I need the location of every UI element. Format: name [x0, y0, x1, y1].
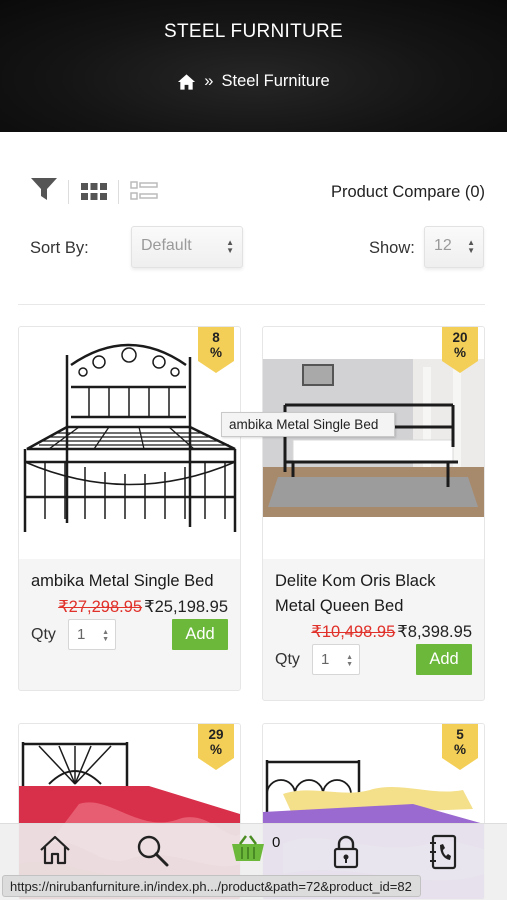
add-to-cart-button[interactable]: Add [416, 644, 472, 675]
show-label: Show: [369, 239, 415, 257]
discount-badge: 8 % [198, 327, 234, 373]
product-price: ₹10,498.95 ₹8,398.95 [311, 622, 472, 642]
listing-toolbar: Product Compare (0) [30, 174, 485, 206]
contact-book-icon[interactable] [428, 834, 458, 870]
discount-value: 20 % [452, 330, 468, 360]
quantity-value: 1 [77, 626, 86, 643]
new-price: ₹8,398.95 [397, 623, 472, 641]
qty-label: Qty [275, 651, 300, 668]
list-view-icon[interactable] [130, 181, 158, 201]
sort-by-label: Sort By: [30, 239, 89, 257]
show-limit-value: 12 [434, 237, 452, 254]
qty-label: Qty [31, 626, 56, 643]
search-icon[interactable] [136, 834, 170, 868]
divider [68, 180, 69, 204]
old-price: ₹10,498.95 [311, 623, 396, 641]
spinner-icon[interactable]: ▲ ▼ [346, 654, 353, 668]
product-name[interactable]: Delite Kom Oris Black Metal Queen Bed [275, 569, 478, 619]
home-icon[interactable] [38, 834, 72, 866]
product-compare-link[interactable]: Product Compare (0) [331, 183, 485, 202]
product-card: 8 % ambika Metal Single Bed ₹27,298.95 ₹2… [18, 326, 241, 691]
sort-by-value: Default [141, 237, 192, 254]
discount-badge: 29 % [198, 724, 234, 770]
cart-icon[interactable] [230, 834, 266, 864]
quantity-input[interactable]: 1 ▲ ▼ [68, 619, 116, 650]
divider [118, 180, 119, 204]
grid-view-icon[interactable] [80, 182, 108, 202]
sort-row: Sort By: Default ▲ ▼ Show: 12 ▲ ▼ [30, 226, 485, 268]
home-icon[interactable] [177, 73, 196, 91]
product-name[interactable]: ambika Metal Single Bed [31, 569, 234, 594]
discount-value: 29 % [208, 727, 224, 757]
product-price: ₹27,298.95 ₹25,198.95 [58, 597, 228, 617]
breadcrumb-current[interactable]: Steel Furniture [221, 72, 329, 91]
select-arrows-icon: ▲ ▼ [226, 238, 234, 255]
filter-icon[interactable] [30, 176, 58, 202]
discount-value: 8 % [209, 330, 222, 360]
show-limit-select[interactable]: 12 ▲ ▼ [424, 226, 484, 268]
product-name-tooltip: ambika Metal Single Bed [221, 412, 395, 437]
quantity-input[interactable]: 1 ▲ ▼ [312, 644, 360, 675]
breadcrumb-separator: » [204, 72, 214, 90]
cart-count: 0 [272, 834, 281, 851]
select-arrows-icon: ▲ ▼ [467, 238, 475, 255]
new-price: ₹25,198.95 [144, 598, 228, 616]
divider [18, 304, 485, 305]
discount-badge: 5 % [442, 724, 478, 770]
sort-by-select[interactable]: Default ▲ ▼ [131, 226, 243, 268]
product-card: 20 % Delite Kom Oris Black Metal Queen B… [262, 326, 485, 701]
page-header-banner: STEEL FURNITURE » Steel Furniture [0, 0, 507, 132]
breadcrumb: » Steel Furniture [0, 72, 507, 91]
quantity-value: 1 [321, 651, 330, 668]
discount-badge: 20 % [442, 327, 478, 373]
spinner-icon[interactable]: ▲ ▼ [102, 629, 109, 643]
page-title: STEEL FURNITURE [163, 21, 344, 42]
link-status-url: https://nirubanfurniture.in/index.ph.../… [2, 875, 421, 897]
discount-value: 5 % [453, 727, 466, 757]
lock-icon[interactable] [332, 834, 360, 870]
add-to-cart-button[interactable]: Add [172, 619, 228, 650]
old-price: ₹27,298.95 [58, 598, 143, 616]
